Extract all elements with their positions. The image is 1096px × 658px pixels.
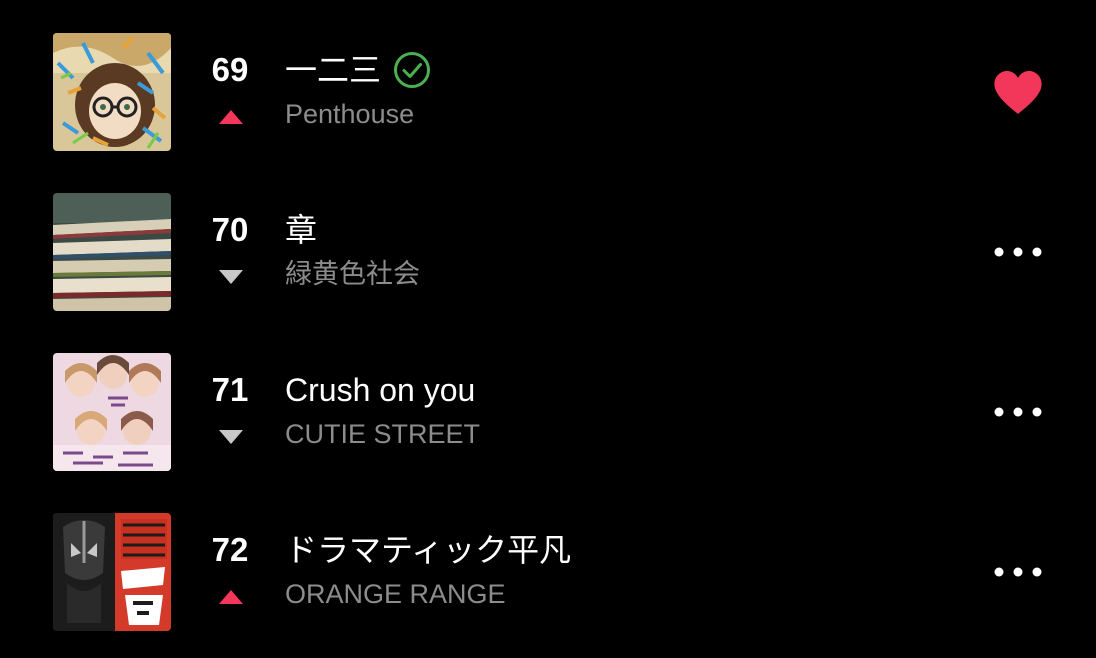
album-art-image bbox=[53, 353, 171, 471]
album-art[interactable] bbox=[53, 33, 171, 151]
track-row[interactable]: 72 ドラマティック平凡 ORANGE RANGE bbox=[0, 492, 1096, 652]
more-horizontal-icon[interactable] bbox=[992, 396, 1044, 428]
track-artist: CUTIE STREET bbox=[285, 419, 481, 449]
track-title: ドラマティック平凡 bbox=[285, 532, 572, 568]
chart-rank: 71 bbox=[211, 371, 249, 408]
track-title: Crush on you bbox=[285, 372, 476, 408]
trend-up-icon bbox=[218, 109, 244, 125]
track-title-line: ドラマティック平凡 bbox=[285, 530, 571, 570]
more-horizontal-icon[interactable] bbox=[992, 556, 1044, 588]
album-art-image bbox=[53, 193, 171, 311]
track-row[interactable]: 69 一二三 Penthouse bbox=[0, 12, 1096, 172]
track-row[interactable]: 71 Crush on you CUTIE STREET bbox=[0, 332, 1096, 492]
track-row[interactable]: 70 章 緑黄色社会 bbox=[0, 172, 1096, 332]
track-artist: Penthouse bbox=[285, 99, 415, 129]
track-artist: ORANGE RANGE bbox=[285, 579, 506, 609]
trend-down-icon bbox=[218, 429, 244, 445]
trend-up-icon bbox=[218, 589, 244, 605]
chart-rank: 69 bbox=[211, 51, 249, 88]
track-title-line: Crush on you bbox=[285, 370, 475, 410]
track-title: 一二三 bbox=[285, 52, 382, 88]
heart-filled-icon[interactable] bbox=[993, 70, 1043, 116]
chart-track-list: 69 一二三 Penthouse 70 章 緑黄色社会 71 Crush on … bbox=[0, 0, 1096, 658]
track-title-line: 一二三 bbox=[285, 50, 431, 90]
chart-rank: 72 bbox=[211, 531, 249, 568]
track-title-line: 章 bbox=[285, 210, 317, 250]
check-circle-icon bbox=[393, 51, 431, 89]
album-art[interactable] bbox=[53, 513, 171, 631]
album-art[interactable] bbox=[53, 193, 171, 311]
chart-rank: 70 bbox=[211, 211, 249, 248]
album-art-image bbox=[53, 33, 171, 151]
track-artist: 緑黄色社会 bbox=[285, 259, 420, 289]
trend-down-icon bbox=[218, 269, 244, 285]
album-art-image bbox=[53, 513, 171, 631]
more-horizontal-icon[interactable] bbox=[992, 236, 1044, 268]
track-title: 章 bbox=[285, 212, 318, 248]
album-art[interactable] bbox=[53, 353, 171, 471]
